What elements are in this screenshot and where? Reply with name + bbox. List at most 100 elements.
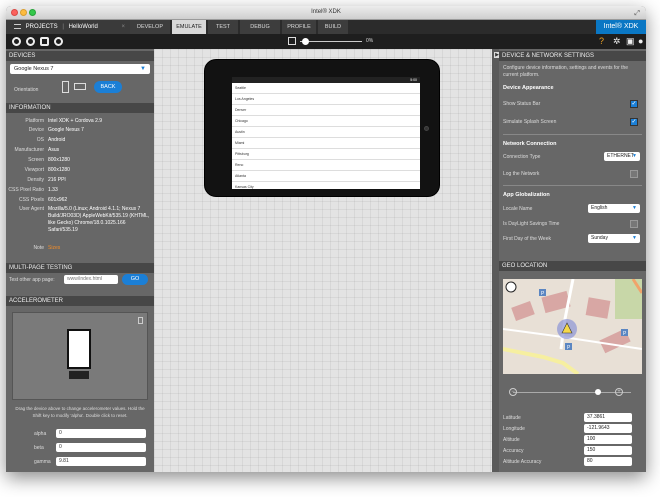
list-item[interactable]: Atlanta <box>232 171 420 182</box>
emulator-stage: 5:00 Seattle Los Angeles Denver Chicago Aust… <box>154 49 492 472</box>
tab-debug[interactable]: DEBUG <box>240 20 280 34</box>
window-title: Intel® XDK <box>311 9 341 15</box>
go-button[interactable]: GO <box>122 274 148 285</box>
multipage-header: MULTI-PAGE TESTING <box>6 263 154 273</box>
user-icon[interactable]: ● <box>638 37 643 46</box>
chat-icon[interactable]: ▣ <box>626 37 635 46</box>
geo-map[interactable]: P P P <box>503 279 642 374</box>
info-value: Android <box>48 137 66 143</box>
accelerometer-stage[interactable] <box>12 312 148 400</box>
close-window-button[interactable] <box>11 9 18 16</box>
projects-tab[interactable]: PROJECTS | HelloWorld × <box>6 20 130 34</box>
list-item[interactable]: Austin <box>232 127 420 138</box>
info-label: CSS Pixels <box>18 197 44 203</box>
info-label: Note <box>33 245 44 251</box>
show-status-bar-checkbox[interactable]: ✓ <box>630 100 638 108</box>
portrait-icon[interactable] <box>62 81 69 93</box>
tab-emulate[interactable]: EMULATE <box>172 20 206 34</box>
dst-checkbox[interactable] <box>630 220 638 228</box>
device-screen[interactable]: 5:00 Seattle Los Angeles Denver Chicago Aust… <box>232 77 420 189</box>
reload-icon[interactable] <box>12 37 21 46</box>
stop-icon[interactable] <box>54 37 63 46</box>
accel-value-field[interactable]: 0 <box>56 443 146 452</box>
chevron-down-icon: ▼ <box>632 235 637 241</box>
connection-type-value: ETHERNET <box>607 153 634 159</box>
accel-value-field[interactable]: 0 <box>56 429 146 438</box>
geo-label: Altitude Accuracy <box>503 459 542 465</box>
info-value: Google Nexus 7 <box>48 127 84 133</box>
chevron-down-icon: ▼ <box>140 66 146 72</box>
first-day-label: First Day of the Week <box>503 236 551 242</box>
info-value: 1.33 <box>48 187 58 193</box>
network-header: Network Connection <box>503 141 557 147</box>
zoom-in-icon[interactable]: + <box>615 388 623 396</box>
list-item[interactable]: Miami <box>232 138 420 149</box>
info-value: 800x1280 <box>48 167 70 173</box>
reset-device-icon[interactable] <box>138 317 143 324</box>
tab-profile[interactable]: PROFILE <box>282 20 316 34</box>
zoom-fit-icon[interactable] <box>288 37 296 45</box>
geo-value-field[interactable]: 80 <box>584 457 632 466</box>
accelerometer-help: Drag the device above to change accelero… <box>15 406 145 418</box>
brand-logo: Intel® XDK <box>596 20 646 34</box>
info-value: Intel XDK + Cordova 2.9 <box>48 118 103 124</box>
connection-type-label: Connection Type <box>503 154 541 160</box>
geo-label: Longitude <box>503 426 525 432</box>
device-tilt-base <box>69 371 89 379</box>
list-item[interactable]: Reno <box>232 160 420 171</box>
tab-build[interactable]: BUILD <box>318 20 348 34</box>
accel-value-field[interactable]: 9.81 <box>56 457 146 466</box>
locale-select[interactable]: English ▼ <box>588 204 640 213</box>
zoom-out-icon[interactable]: − <box>509 388 517 396</box>
maximize-window-button[interactable] <box>29 9 36 16</box>
settings-header: DEVICE & NETWORK SETTINGS <box>499 51 646 61</box>
page-url-input[interactable] <box>64 275 118 284</box>
list-item[interactable]: Pittsburg <box>232 149 420 160</box>
right-panel: DEVICE & NETWORK SETTINGS Configure devi… <box>499 49 646 472</box>
geo-value-field[interactable]: 37.3861 <box>584 413 632 422</box>
device-tilt-model[interactable] <box>67 329 91 369</box>
list-item[interactable]: Kansas City <box>232 182 420 189</box>
first-day-select[interactable]: Sunday ▼ <box>588 234 640 243</box>
accel-label: beta <box>34 445 44 451</box>
devices-header: DEVICES <box>6 51 154 61</box>
multipage-label: Test other app page: <box>9 277 55 283</box>
close-project-icon[interactable]: × <box>121 20 125 34</box>
connection-type-select[interactable]: ETHERNET ▼ <box>604 152 640 161</box>
device-select[interactable]: Google Nexus 7 ▼ <box>10 64 150 74</box>
geo-value-field[interactable]: -121.9643 <box>584 424 632 433</box>
settings-icon[interactable] <box>26 37 35 46</box>
landscape-icon[interactable] <box>74 83 86 90</box>
map-zoom-slider[interactable] <box>513 392 631 393</box>
info-label: Viewport <box>24 167 44 173</box>
geo-value-field[interactable]: 100 <box>584 435 632 444</box>
map-zoom-handle[interactable] <box>595 389 601 395</box>
device-frame-icon[interactable] <box>40 37 49 46</box>
orientation-label: Orientation <box>14 87 39 93</box>
city-list: Seattle Los Angeles Denver Chicago Austin Mia… <box>232 83 420 189</box>
map-canvas: P P P <box>503 279 642 374</box>
list-item[interactable]: Chicago <box>232 116 420 127</box>
zoom-slider[interactable] <box>300 41 362 42</box>
list-item[interactable]: Seattle <box>232 83 420 94</box>
geo-label: Accuracy <box>503 448 524 454</box>
minimize-window-button[interactable] <box>20 9 27 16</box>
projects-label: PROJECTS <box>25 24 58 30</box>
simulate-splash-checkbox[interactable]: ✓ <box>630 118 638 126</box>
accel-label: alpha <box>34 431 47 437</box>
accel-label: gamma <box>34 459 51 465</box>
help-icon[interactable]: ? <box>599 37 604 46</box>
tab-develop[interactable]: DEVELOP <box>130 20 170 34</box>
fullscreen-icon[interactable]: ⤢ <box>634 7 640 20</box>
zoom-value: 0% <box>366 38 374 44</box>
tools-icon[interactable]: ✲ <box>613 37 621 46</box>
log-network-checkbox[interactable] <box>630 170 638 178</box>
dst-label: Is DayLight Savings Time <box>503 221 560 227</box>
geo-value-field[interactable]: 150 <box>584 446 632 455</box>
list-item[interactable]: Los Angeles <box>232 94 420 105</box>
info-label: Manufacturer <box>14 147 44 153</box>
zoom-slider-handle[interactable] <box>302 38 309 45</box>
tab-test[interactable]: TEST <box>208 20 238 34</box>
back-button[interactable]: BACK <box>94 81 122 93</box>
list-item[interactable]: Denver <box>232 105 420 116</box>
